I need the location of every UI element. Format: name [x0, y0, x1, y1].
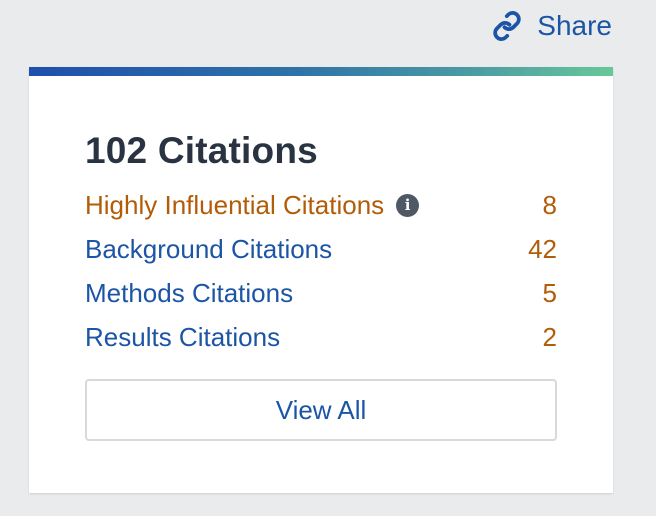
- row-methods: Methods Citations 5: [85, 271, 557, 315]
- citation-breakdown: Highly Influential Citations i 8 Backgro…: [85, 183, 557, 359]
- methods-citations-link[interactable]: Methods Citations: [85, 278, 293, 309]
- citations-title: 102 Citations: [85, 130, 318, 171]
- background-count: 42: [528, 233, 557, 264]
- row-background: Background Citations 42: [85, 227, 557, 271]
- citations-card: 102 Citations Highly Influential Citatio…: [29, 67, 613, 493]
- info-icon[interactable]: i: [396, 193, 420, 217]
- background-citations-link[interactable]: Background Citations: [85, 234, 332, 265]
- card-content: 102 Citations Highly Influential Citatio…: [85, 129, 557, 441]
- link-icon: [491, 10, 523, 42]
- row-highly-influential: Highly Influential Citations i 8: [85, 183, 557, 227]
- highly-influential-citations-link[interactable]: Highly Influential Citations: [85, 190, 384, 221]
- share-label: Share: [537, 10, 612, 41]
- view-all-button[interactable]: View All: [85, 379, 557, 441]
- card-accent-bar: [29, 67, 613, 76]
- row-label-wrap: Highly Influential Citations i: [85, 190, 420, 221]
- share-button[interactable]: Share: [491, 6, 612, 46]
- methods-count: 5: [542, 277, 557, 308]
- row-results: Results Citations 2: [85, 315, 557, 359]
- results-count: 2: [542, 321, 557, 352]
- highly-influential-count: 8: [542, 189, 557, 220]
- results-citations-link[interactable]: Results Citations: [85, 322, 280, 353]
